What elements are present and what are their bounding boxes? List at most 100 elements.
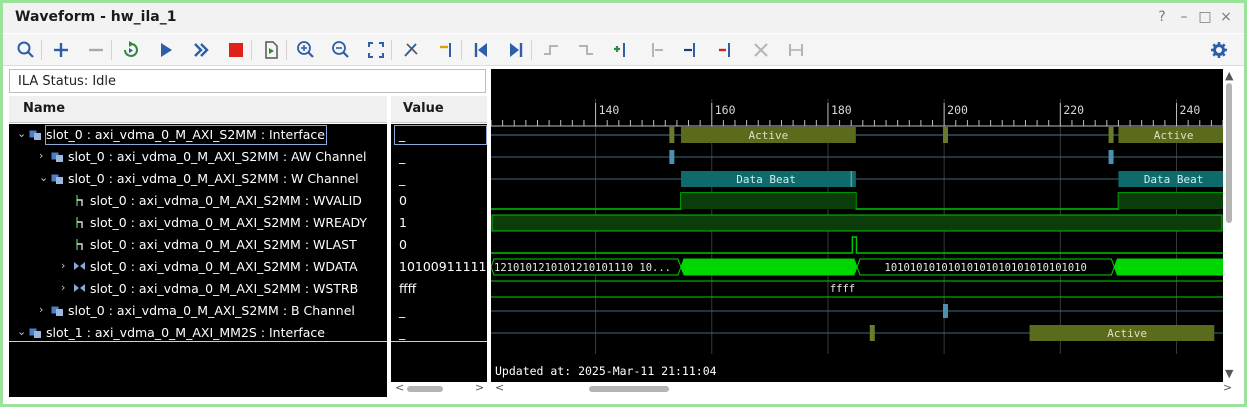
signal-row[interactable]: ⌄ slot_0 : axi_vdma_0_M_AXI_S2MM : Interf… <box>9 124 387 146</box>
channel-icon <box>51 150 64 163</box>
scroll-right-icon[interactable]: > <box>475 381 484 394</box>
wdata-value-label: 10101010101010101010101010101010 <box>885 262 1087 274</box>
auto-rearm-icon[interactable] <box>188 37 214 63</box>
add-marker-icon[interactable] <box>608 37 634 63</box>
next-transition-icon[interactable] <box>573 37 599 63</box>
bus-icon <box>73 282 86 295</box>
time-ruler-label: 200 <box>947 103 968 117</box>
signal-value: _ <box>399 325 406 340</box>
tree-end-separator <box>391 341 487 342</box>
interface-marker <box>942 127 948 143</box>
export-icon[interactable] <box>258 37 284 63</box>
search-icon[interactable] <box>13 37 39 63</box>
previous-marker-icon[interactable] <box>643 37 669 63</box>
signal-name: slot_1 : axi_vdma_0_M_AXI_MM2S : Interfa… <box>46 325 325 340</box>
wvalid-high-fill <box>680 193 856 209</box>
scroll-down-icon[interactable]: ▼ <box>1225 367 1233 380</box>
window-title: Waveform - hw_ila_1 <box>15 9 177 25</box>
signal-value: _ <box>399 149 406 164</box>
maximize-icon[interactable]: □ <box>1196 8 1214 26</box>
waveform-scroll-thumb[interactable] <box>589 386 669 392</box>
time-ruler-label: 140 <box>599 103 620 117</box>
cursor-to-zero-icon[interactable] <box>398 37 424 63</box>
b-pulse <box>942 304 948 318</box>
name-column-header[interactable]: Name <box>9 96 387 123</box>
waveform-canvas[interactable]: 140 160 180 200 220 240 Active Active Data Beat D… <box>491 69 1223 382</box>
value-selection-outline <box>394 125 487 145</box>
signal-row[interactable]: › slot_0 : axi_vdma_0_M_AXI_S2MM : WDATA <box>9 256 387 278</box>
waveform-horizontal-scrollbar[interactable]: < > <box>491 381 1236 395</box>
signal-row[interactable]: ⌄ slot_0 : axi_vdma_0_M_AXI_S2MM : W Chan… <box>9 168 387 190</box>
scroll-left-icon[interactable]: < <box>495 381 504 394</box>
snap-icon[interactable] <box>783 37 809 63</box>
signal-name: slot_0 : axi_vdma_0_M_AXI_S2MM : B Chann… <box>68 303 355 318</box>
expand-chevron-right-icon[interactable]: › <box>39 303 49 317</box>
tree-end-separator <box>9 341 387 342</box>
time-ruler-label: 240 <box>1180 103 1201 117</box>
signal-name: slot_0 : axi_vdma_0_M_AXI_S2MM : W Chann… <box>68 171 359 186</box>
value-horizontal-scrollbar[interactable]: < > <box>391 381 487 395</box>
go-to-start-icon[interactable] <box>468 37 494 63</box>
expand-chevron-down-icon[interactable]: ⌄ <box>17 127 27 141</box>
stop-icon[interactable] <box>223 37 249 63</box>
expand-chevron-down-icon[interactable]: ⌄ <box>39 171 49 185</box>
scroll-up-icon[interactable]: ▲ <box>1225 69 1233 82</box>
signal-name: slot_0 : axi_vdma_0_M_AXI_S2MM : AW Chan… <box>68 149 367 164</box>
expand-chevron-right-icon[interactable]: › <box>61 259 71 273</box>
wstrb-value-label: ffff <box>830 283 855 295</box>
title-bar: Waveform - hw_ila_1 ? – □ × <box>3 3 1244 33</box>
go-to-time-icon[interactable] <box>433 37 459 63</box>
scroll-right-icon[interactable]: > <box>1223 381 1232 394</box>
signal-name: slot_0 : axi_vdma_0_M_AXI_S2MM : WVALID <box>90 193 362 208</box>
signal-icon <box>73 194 86 207</box>
run-trigger-immediate-icon[interactable] <box>118 37 144 63</box>
expand-chevron-right-icon[interactable]: › <box>39 149 49 163</box>
signal-name: slot_0 : axi_vdma_0_M_AXI_S2MM : WLAST <box>90 237 357 252</box>
wvalid-trace <box>491 192 1223 210</box>
help-icon[interactable]: ? <box>1153 8 1171 26</box>
add-icon[interactable] <box>48 37 74 63</box>
value-scroll-thumb[interactable] <box>407 386 443 392</box>
remove-icon[interactable] <box>83 37 109 63</box>
signal-row[interactable]: › slot_0 : axi_vdma_0_M_AXI_S2MM : WSTRB <box>9 278 387 300</box>
signal-row[interactable]: slot_0 : axi_vdma_0_M_AXI_S2MM : WREADY <box>9 212 387 234</box>
waveform-panel[interactable]: 140 160 180 200 220 240 Active Active Data Beat D… <box>491 69 1223 382</box>
expand-chevron-down-icon[interactable]: ⌄ <box>17 325 27 339</box>
active-label: Active <box>1154 129 1194 142</box>
minimize-icon[interactable]: – <box>1175 8 1193 26</box>
signal-name: slot_0 : axi_vdma_0_M_AXI_S2MM : WSTRB <box>90 281 359 296</box>
bus-icon <box>73 260 86 273</box>
delete-marker-icon[interactable] <box>713 37 739 63</box>
value-column-header[interactable]: Value <box>391 96 487 123</box>
run-trigger-icon[interactable] <box>153 37 179 63</box>
aw-pulse <box>1108 150 1114 164</box>
scroll-left-icon[interactable]: < <box>395 381 404 394</box>
signal-row[interactable]: › slot_0 : axi_vdma_0_M_AXI_S2MM : AW Cha… <box>9 146 387 168</box>
mm2s-marker <box>869 325 875 341</box>
signal-row[interactable]: slot_0 : axi_vdma_0_M_AXI_S2MM : WVALID <box>9 190 387 212</box>
swap-cursors-icon[interactable] <box>748 37 774 63</box>
zoom-fit-icon[interactable] <box>363 37 389 63</box>
previous-transition-icon[interactable] <box>538 37 564 63</box>
waveform-vertical-scrollbar[interactable]: ▲ ▼ <box>1223 69 1236 382</box>
zoom-in-icon[interactable] <box>293 37 319 63</box>
active-label: Active <box>1107 327 1147 340</box>
time-ruler-label: 180 <box>831 103 852 117</box>
expand-chevron-right-icon[interactable]: › <box>61 281 71 295</box>
time-ruler-label: 220 <box>1063 103 1084 117</box>
signal-row[interactable]: › slot_0 : axi_vdma_0_M_AXI_S2MM : B Chan… <box>9 300 387 322</box>
next-marker-icon[interactable] <box>678 37 704 63</box>
zoom-out-icon[interactable] <box>328 37 354 63</box>
signal-row[interactable]: slot_0 : axi_vdma_0_M_AXI_S2MM : WLAST <box>9 234 387 256</box>
toolbar <box>3 34 1244 66</box>
signal-value: 10100911111 <box>399 259 487 274</box>
interface-marker <box>669 127 675 143</box>
ila-status-field: ILA Status: Idle <box>9 69 486 93</box>
vertical-scroll-thumb[interactable] <box>1226 83 1232 223</box>
channel-icon <box>51 304 64 317</box>
interface-icon <box>29 128 42 141</box>
close-icon[interactable]: × <box>1217 8 1235 26</box>
settings-gear-icon[interactable] <box>1206 37 1232 63</box>
go-to-end-icon[interactable] <box>503 37 529 63</box>
name-header-label: Name <box>23 101 66 116</box>
